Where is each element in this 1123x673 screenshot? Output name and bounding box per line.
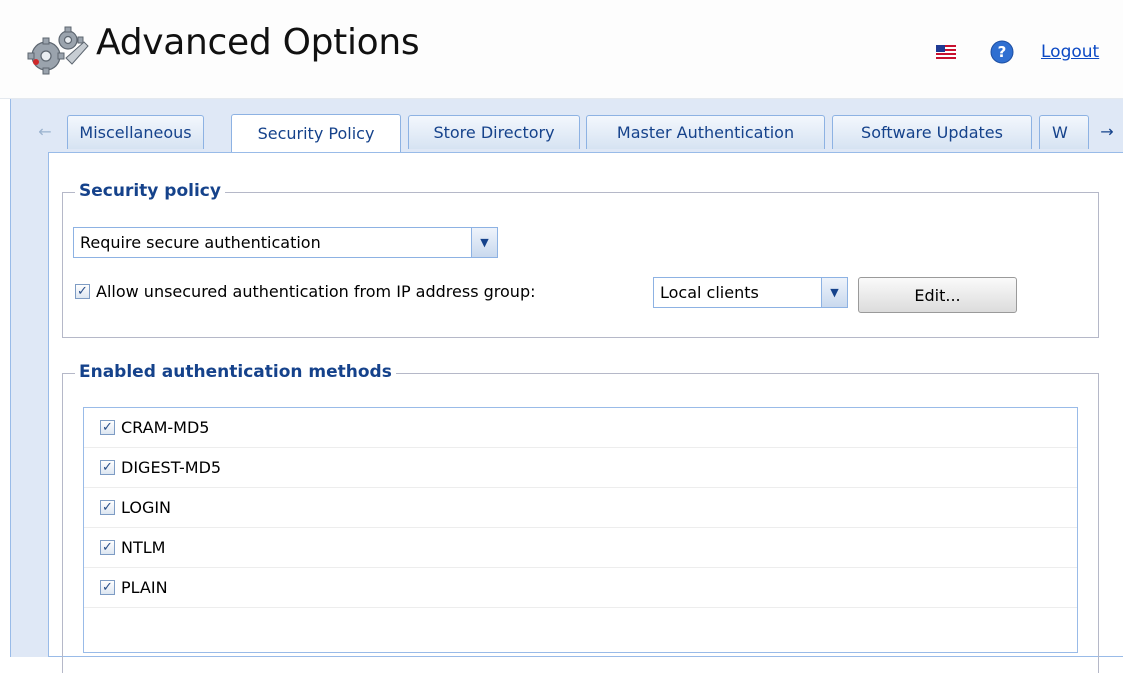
auth-methods-fieldset: Enabled authentication methods ✓ CRAM-MD… — [62, 362, 1099, 673]
gears-icon — [27, 26, 89, 75]
main-panel: ← Miscellaneous Security Policy Store Di… — [10, 99, 1123, 673]
security-policy-select-value: Require secure authentication — [80, 233, 321, 252]
allow-unsecured-label: Allow unsecured authentication from IP a… — [96, 282, 536, 301]
tab-content: Security policy Require secure authentic… — [48, 152, 1123, 673]
svg-text:?: ? — [998, 43, 1007, 61]
security-policy-select[interactable]: Require secure authentication ▼ — [73, 227, 498, 258]
list-item[interactable]: ✓ PLAIN — [84, 568, 1077, 608]
chevron-down-icon[interactable]: ▼ — [471, 228, 497, 257]
security-policy-legend: Security policy — [75, 181, 225, 201]
logout-link[interactable]: Logout — [1041, 42, 1099, 62]
tab-strip: ← Miscellaneous Security Policy Store Di… — [11, 99, 1123, 154]
allow-unsecured-checkbox[interactable]: ✓ — [75, 284, 90, 299]
tab-software-updates[interactable]: Software Updates — [832, 115, 1032, 149]
header-bar: Advanced Options ? Logout — [0, 0, 1123, 99]
page-title: Advanced Options — [96, 22, 420, 63]
plain-checkbox[interactable]: ✓ — [100, 580, 115, 595]
auth-methods-legend: Enabled authentication methods — [75, 362, 396, 382]
security-policy-fieldset: Security policy Require secure authentic… — [62, 181, 1099, 338]
list-item[interactable]: ✓ CRAM-MD5 — [84, 408, 1077, 448]
edit-button[interactable]: Edit... — [858, 277, 1017, 313]
tab-security-policy[interactable]: Security Policy — [231, 114, 401, 152]
tab-w[interactable]: W — [1039, 115, 1089, 149]
us-flag-icon[interactable] — [936, 45, 956, 59]
list-item-label: DIGEST-MD5 — [121, 458, 222, 477]
tab-miscellaneous[interactable]: Miscellaneous — [67, 115, 204, 149]
cram-md5-checkbox[interactable]: ✓ — [100, 420, 115, 435]
list-item[interactable]: ✓ LOGIN — [84, 488, 1077, 528]
chevron-down-icon[interactable]: ▼ — [821, 278, 847, 307]
help-icon[interactable]: ? — [990, 40, 1014, 64]
list-item-label: PLAIN — [121, 578, 168, 597]
digest-md5-checkbox[interactable]: ✓ — [100, 460, 115, 475]
ntlm-checkbox[interactable]: ✓ — [100, 540, 115, 555]
auth-methods-list: ✓ CRAM-MD5 ✓ DIGEST-MD5 ✓ LOGIN ✓ NTLM ✓ — [83, 407, 1078, 653]
ip-address-group-select[interactable]: Local clients ▼ — [653, 277, 848, 308]
login-checkbox[interactable]: ✓ — [100, 500, 115, 515]
tab-scroll-left-icon[interactable]: ← — [34, 114, 56, 149]
tab-store-directory[interactable]: Store Directory — [408, 115, 580, 149]
list-item[interactable]: ✓ DIGEST-MD5 — [84, 448, 1077, 488]
tab-scroll-right-icon[interactable]: → — [1096, 114, 1118, 149]
list-item[interactable]: ✓ NTLM — [84, 528, 1077, 568]
list-item-label: NTLM — [121, 538, 166, 557]
ip-address-group-select-value: Local clients — [660, 283, 759, 302]
list-item-label: LOGIN — [121, 498, 172, 517]
list-item-label: CRAM-MD5 — [121, 418, 210, 437]
tab-master-authentication[interactable]: Master Authentication — [586, 115, 825, 149]
